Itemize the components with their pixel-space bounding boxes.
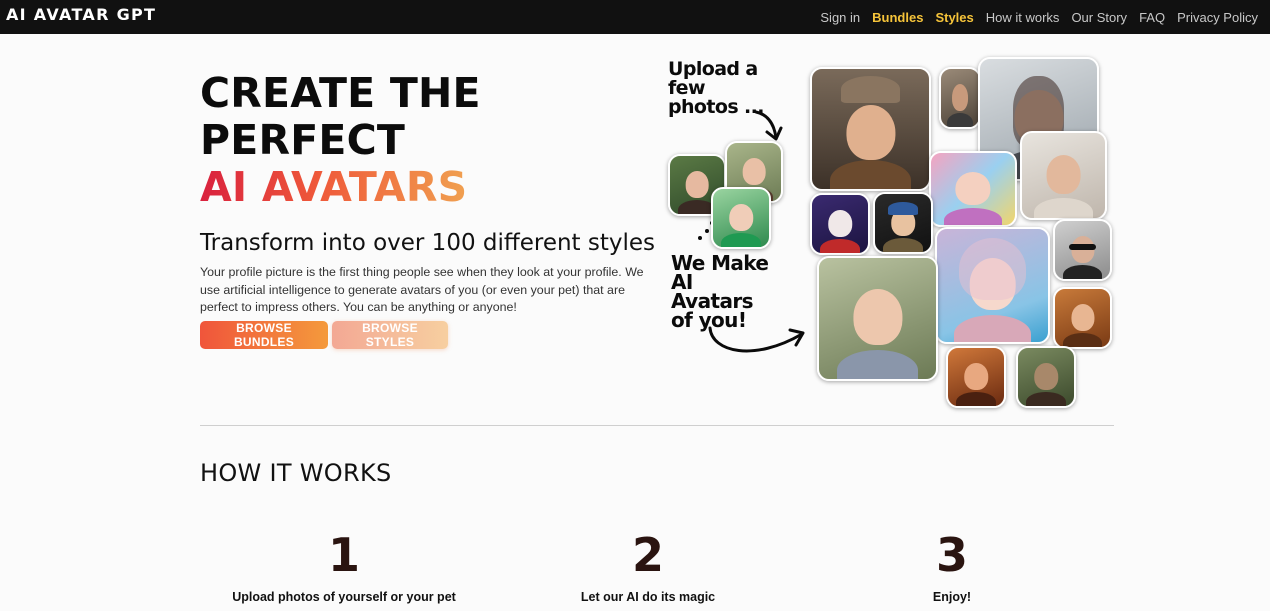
step-number: 2 [631, 528, 664, 582]
nav-sign-in[interactable]: Sign in [820, 10, 860, 25]
step-2: 2 Let our AI do its magic [498, 528, 798, 604]
avatar-pearl-earring [873, 192, 933, 254]
nav-styles[interactable]: Styles [935, 10, 973, 25]
hero-title-highlight: AI AVATARS [200, 163, 468, 211]
step-1: 1 Upload photos of yourself or your pet [194, 528, 494, 604]
avatar-watercolor [929, 151, 1017, 227]
nav-faq[interactable]: FAQ [1139, 10, 1165, 25]
avatar-portrait-warm [1053, 287, 1112, 349]
hero-subtitle: Transform into over 100 different styles [200, 230, 656, 256]
step-number: 3 [935, 528, 968, 582]
nav-bundles[interactable]: Bundles [872, 10, 923, 25]
nav-how-it-works[interactable]: How it works [986, 10, 1060, 25]
browse-styles-button[interactable]: BROWSE STYLES [332, 321, 448, 349]
brand-logo[interactable]: AI AVATAR GPT [6, 5, 156, 24]
step-text: Upload photos of yourself or your pet [232, 590, 456, 604]
avatar-clown [810, 193, 870, 255]
step-text: Let our AI do its magic [580, 590, 716, 604]
avatar-anime [935, 227, 1050, 344]
curved-arrow-icon [708, 326, 805, 353]
avatar-zombie [1016, 346, 1076, 408]
section-divider [200, 425, 1114, 426]
avatar-fantasy [946, 346, 1006, 408]
avatar-sunglasses [1053, 219, 1112, 281]
how-it-works-title: HOW IT WORKS [200, 459, 392, 487]
nav-links: Sign in Bundles Styles How it works Our … [820, 0, 1258, 34]
avatar-fitness [1020, 131, 1107, 220]
step-number: 1 [327, 528, 360, 582]
arrow-down-icon [754, 110, 783, 141]
hero-title-line2: PERFECT [200, 116, 406, 164]
collage-caption-we-make: We Make AI Avatars of you! [671, 251, 769, 332]
avatar-warrior [939, 67, 981, 129]
hero-title: CREATE THE PERFECT AI AVATARS [200, 70, 481, 211]
hero-description: Your profile picture is the first thing … [200, 265, 644, 314]
step-text: Enjoy! [932, 590, 972, 604]
avatar-business-suit [817, 256, 938, 381]
upload-photo-3 [711, 187, 771, 249]
hero-title-line1: CREATE THE [200, 69, 481, 117]
nav-our-story[interactable]: Our Story [1071, 10, 1127, 25]
browse-bundles-button[interactable]: BROWSE BUNDLES [200, 321, 328, 349]
step-3: 3 Enjoy! [802, 528, 1102, 604]
top-navbar: AI AVATAR GPT Sign in Bundles Styles How… [0, 0, 1270, 34]
nav-privacy-policy[interactable]: Privacy Policy [1177, 10, 1258, 25]
avatar-viking [810, 67, 931, 191]
